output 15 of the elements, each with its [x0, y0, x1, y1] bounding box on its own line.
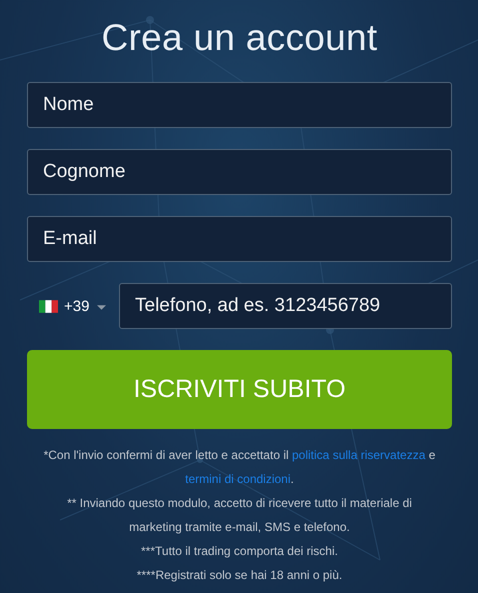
- disclaimer-text: ** Inviando questo modulo, accetto di ricevere tutto il materiale di marketing tramite e-mail, SMS e telefono.: [66, 495, 413, 536]
- text-field[interactable]: Nome: [27, 82, 452, 128]
- flag-icon[interactable]: [39, 300, 58, 312]
- phone-field[interactable]: Telefono, ad es. 3123456789: [119, 283, 452, 329]
- disclaimer-text: *Con l'invio confermi di aver letto e accettato il politica sulla riservatezza e termini di condizioni.: [42, 447, 436, 488]
- submit-button[interactable]: ISCRIVITI SUBITO: [27, 350, 452, 429]
- terms-link[interactable]: termini di condizioni: [185, 472, 291, 486]
- form-title: Crea un account: [100, 16, 378, 60]
- disclaimer-text: ****Registrati solo se hai 18 anni o più.: [136, 567, 344, 584]
- country-code[interactable]: +39: [64, 298, 90, 314]
- terms-link[interactable]: politica sulla riservatezza: [292, 448, 426, 462]
- caret-icon[interactable]: [97, 305, 106, 310]
- text-field[interactable]: E-mail: [27, 216, 452, 262]
- disclaimer-text: ***Tutto il trading comporta dei rischi.: [140, 543, 339, 560]
- text-field[interactable]: Cognome: [27, 149, 452, 195]
